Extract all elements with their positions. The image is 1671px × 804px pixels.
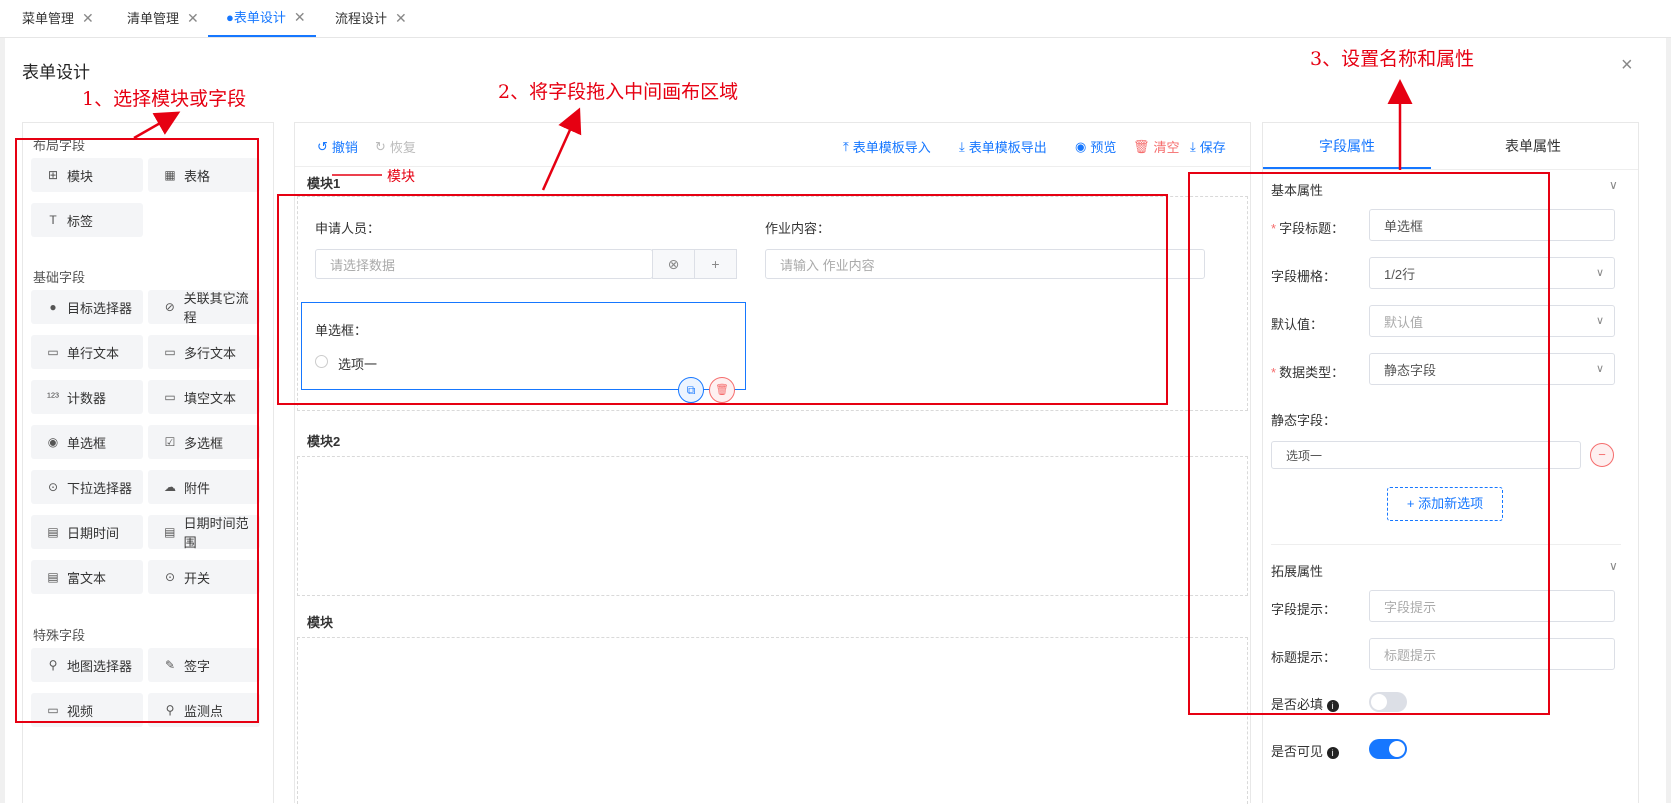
arrow-step1 (133, 111, 181, 140)
arrow-step2 (541, 107, 582, 191)
annotation-arrows (133, 79, 1413, 191)
